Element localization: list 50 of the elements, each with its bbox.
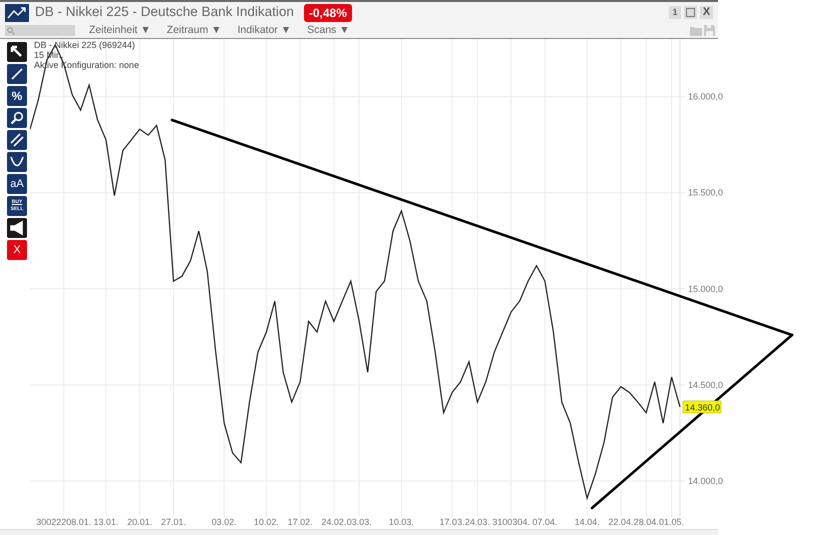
axis-label: 01.05. [659, 517, 684, 527]
search-field[interactable] [5, 25, 75, 36]
axis-label: 17.02. [288, 517, 313, 527]
pointer-tool[interactable] [7, 42, 27, 62]
maximize-button[interactable] [684, 6, 697, 19]
axis-label: 16.000,0 [688, 92, 724, 102]
close-button[interactable]: X [700, 6, 713, 19]
axis-label: 03.03. [346, 517, 372, 527]
axis-label: 27.01. [161, 517, 186, 527]
menu-dropdown[interactable]: Zeiteinheit ▼ [89, 25, 151, 36]
delete-tool[interactable]: X [7, 240, 27, 260]
magnifier-icon [9, 110, 25, 126]
menu-dropdown[interactable]: Indikator ▼ [238, 25, 292, 36]
axis-label: 10.02. [254, 517, 279, 527]
chart-info-text: DB - Nikkei 225 (969244) [34, 40, 136, 50]
diagonal-line-icon [9, 66, 25, 82]
megaphone-tool[interactable] [7, 218, 27, 238]
axis-label: 13.01. [93, 517, 118, 527]
curve-tool[interactable] [7, 152, 27, 172]
axis-label: 14.04. [574, 517, 600, 527]
axis-label: 10.03. [388, 517, 414, 527]
axis-label: 20.01. [127, 517, 152, 527]
axis-label: 28.04. [634, 517, 659, 527]
axis-label: 3100304. [492, 517, 530, 527]
megaphone-icon [9, 220, 25, 236]
axis-label: 14.500,0 [688, 380, 724, 390]
window-title: DB - Nikkei 225 - Deutsche Bank Indikation [35, 3, 294, 22]
line-tool[interactable] [7, 64, 27, 84]
axis-label: 03.02. [212, 517, 237, 527]
percent-tool[interactable]: % [7, 86, 27, 106]
menu-dropdown[interactable]: Zeitraum ▼ [166, 25, 222, 36]
chart-line-icon [5, 4, 29, 22]
axis-label: 15.000,0 [688, 284, 724, 294]
axis-label: 30022208.01. [36, 517, 92, 527]
parallel-lines-icon [9, 132, 25, 148]
menu-dropdown[interactable]: Scans ▼ [307, 25, 350, 36]
zoom-tool[interactable] [7, 108, 27, 128]
change-badge: -0,48% [304, 4, 352, 22]
axis-label: 24.03. [464, 517, 490, 527]
axis-label: 14.000,0 [688, 476, 724, 486]
page-number-button[interactable]: 1 [669, 6, 681, 19]
price-tag: 14.360,0 [682, 400, 722, 414]
parallel-lines-tool[interactable] [7, 130, 27, 150]
axis-label: 24.02. [321, 517, 346, 527]
axis-label: 15.500,0 [688, 188, 724, 198]
axis-label: 07.04. [532, 517, 558, 527]
search-icon [7, 26, 15, 34]
axis-label: 22.04. [608, 517, 634, 527]
text-tool[interactable]: aA [7, 174, 27, 194]
axis-label: 17.03. [440, 517, 465, 527]
